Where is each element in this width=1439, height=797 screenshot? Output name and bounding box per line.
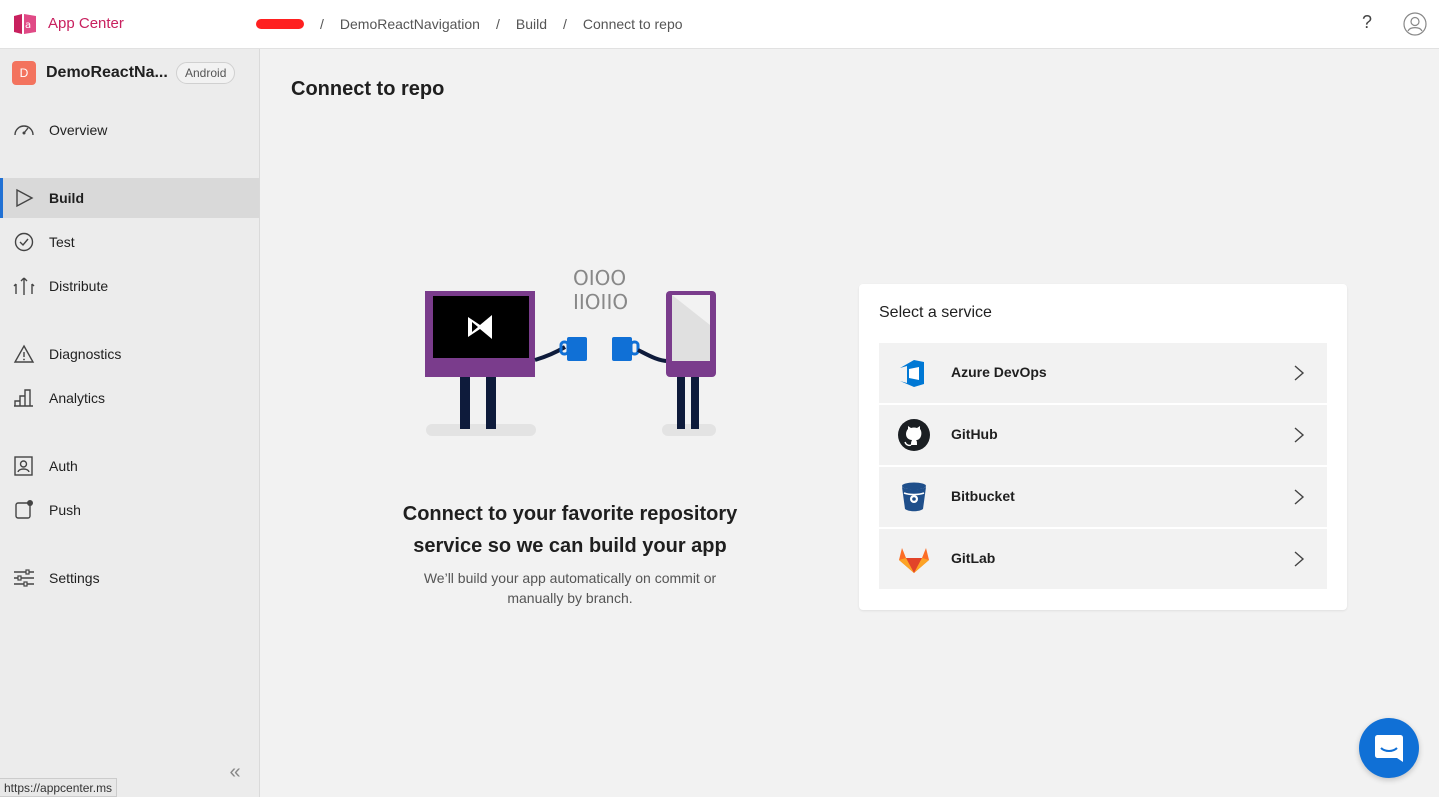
app-avatar: D <box>12 61 36 85</box>
sidebar-item-test[interactable]: Test <box>0 222 259 262</box>
platform-badge: Android <box>176 62 236 84</box>
breadcrumb-current: Connect to repo <box>582 16 683 32</box>
distribute-icon <box>13 277 35 295</box>
breadcrumb-separator: / <box>495 16 500 32</box>
breadcrumb-app[interactable]: DemoReactNavigation <box>340 16 480 32</box>
github-icon <box>898 419 930 451</box>
warning-icon <box>13 344 35 363</box>
sidebar-item-auth[interactable]: Auth <box>0 446 259 486</box>
empty-state-headline: Connect to your favorite repository serv… <box>402 503 738 557</box>
sidebar-item-distribute[interactable]: Distribute <box>0 266 259 306</box>
check-circle-icon <box>14 232 34 252</box>
breadcrumb-build[interactable]: Build <box>516 16 547 32</box>
select-service-card: Select a service Azure DevOps GitHub Bit… <box>859 284 1347 610</box>
sidebar-item-label: Overview <box>49 122 108 138</box>
empty-state-subtext: We’ll build your app automatically on co… <box>423 570 717 606</box>
status-bar-url: https://appcenter.ms <box>0 778 118 797</box>
gauge-icon <box>14 125 34 136</box>
service-github[interactable]: GitHub <box>879 405 1327 465</box>
sidebar-item-label: Build <box>49 190 84 206</box>
sidebar-item-push[interactable]: Push <box>0 490 259 530</box>
service-label: GitHub <box>951 426 998 442</box>
sidebar-item-label: Distribute <box>49 278 109 294</box>
sidebar: D DemoReactNa... Android Overview Build … <box>0 49 260 797</box>
chevron-right-icon <box>1294 551 1305 567</box>
chat-icon <box>1375 735 1403 762</box>
gitlab-icon <box>899 548 929 573</box>
bar-chart-icon <box>14 389 33 407</box>
sidebar-item-analytics[interactable]: Analytics <box>0 378 259 418</box>
service-bitbucket[interactable]: Bitbucket <box>879 467 1327 527</box>
binary-text-2: IIOIIO <box>573 290 628 314</box>
sidebar-item-label: Settings <box>49 570 100 586</box>
app-name: DemoReactNa... <box>46 64 168 81</box>
sidebar-item-build[interactable]: Build <box>0 178 259 218</box>
sidebar-item-label: Test <box>49 234 75 250</box>
sliders-icon <box>14 569 34 587</box>
service-label: Azure DevOps <box>951 364 1047 380</box>
top-bar: a App Center / DemoReactNavigation / Bui… <box>0 0 1439 49</box>
service-gitlab[interactable]: GitLab <box>879 529 1327 589</box>
collapse-sidebar-icon[interactable]: « <box>224 761 246 783</box>
sidebar-item-label: Diagnostics <box>49 346 122 362</box>
chevron-right-icon <box>1294 427 1305 443</box>
id-card-icon <box>14 456 33 476</box>
sidebar-item-overview[interactable]: Overview <box>0 110 259 150</box>
card-title: Select a service <box>879 304 992 321</box>
bitbucket-icon <box>902 482 926 512</box>
play-icon <box>16 188 34 208</box>
breadcrumb-org-redacted[interactable] <box>256 19 304 29</box>
binary-text-1: OIOO <box>573 266 626 290</box>
connect-repo-illustration: OIOO IIOIIO <box>425 266 716 436</box>
app-center-logo-icon[interactable]: a <box>12 12 38 36</box>
breadcrumb: / DemoReactNavigation / Build / Connect … <box>256 16 683 32</box>
app-switcher[interactable]: D DemoReactNa... Android <box>12 60 248 86</box>
push-icon <box>15 500 33 519</box>
sidebar-item-diagnostics[interactable]: Diagnostics <box>0 334 259 374</box>
sidebar-item-label: Push <box>49 502 81 518</box>
sidebar-item-label: Auth <box>49 458 78 474</box>
app-title[interactable]: App Center <box>48 15 124 32</box>
breadcrumb-separator: / <box>320 16 324 32</box>
page-title: Connect to repo <box>291 78 445 100</box>
chat-support-button[interactable] <box>1359 718 1419 778</box>
service-azure-devops[interactable]: Azure DevOps <box>879 343 1327 403</box>
user-avatar-icon[interactable] <box>1403 12 1427 36</box>
azure-devops-icon <box>900 360 924 387</box>
service-label: Bitbucket <box>951 488 1015 504</box>
chevron-right-icon <box>1294 489 1305 505</box>
service-label: GitLab <box>951 550 996 566</box>
svg-text:a: a <box>25 20 31 31</box>
help-icon[interactable]: ? <box>1356 12 1378 36</box>
breadcrumb-separator: / <box>563 16 567 32</box>
chevron-right-icon <box>1294 365 1305 381</box>
sidebar-item-settings[interactable]: Settings <box>0 558 259 598</box>
sidebar-item-label: Analytics <box>49 390 106 406</box>
